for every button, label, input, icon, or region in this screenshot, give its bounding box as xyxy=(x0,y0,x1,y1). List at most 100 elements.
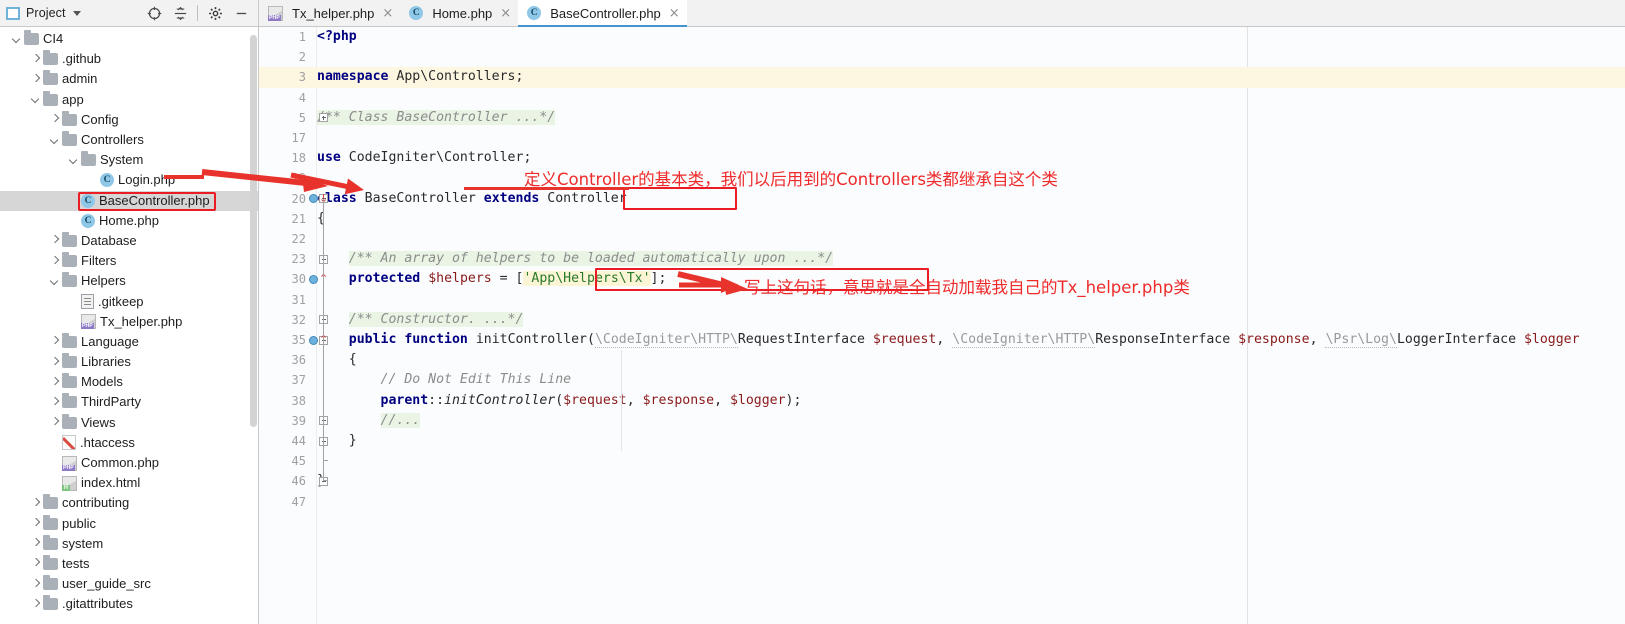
chevron-right-icon[interactable] xyxy=(29,73,42,86)
code-line[interactable]: 17 xyxy=(259,128,1625,148)
tree-node-label: user_guide_src xyxy=(62,576,151,592)
chevron-right-icon[interactable] xyxy=(48,335,61,348)
chevron-down-icon[interactable] xyxy=(48,134,61,147)
minimize-icon[interactable] xyxy=(228,1,254,25)
chevron-right-icon[interactable] xyxy=(29,598,42,611)
close-icon[interactable]: × xyxy=(669,7,680,20)
project-file-tree[interactable]: CI4 .github admin app Config Controllers Syste… xyxy=(0,27,258,624)
tree-node-ci4[interactable]: CI4 xyxy=(0,29,258,49)
close-icon[interactable]: × xyxy=(382,7,393,20)
tree-node-language[interactable]: Language xyxy=(0,332,258,352)
tree-node-label: index.html xyxy=(81,475,141,491)
chevron-right-icon[interactable] xyxy=(48,113,61,126)
code-line[interactable]: 4 xyxy=(259,88,1625,108)
tree-node-config[interactable]: Config xyxy=(0,110,258,130)
tree-node-libraries[interactable]: Libraries xyxy=(0,352,258,372)
tree-node-system[interactable]: System xyxy=(0,150,258,170)
code-line[interactable]: 23 /** An array of helpers to be loaded … xyxy=(259,249,1625,269)
tree-node-htaccess[interactable]: .htaccess xyxy=(0,433,258,453)
chevron-right-icon[interactable] xyxy=(29,557,42,570)
code-line[interactable]: 45 xyxy=(259,451,1625,471)
tree-node-contributing[interactable]: contributing xyxy=(0,493,258,513)
chevron-right-icon[interactable] xyxy=(29,578,42,591)
tree-node-basecontroller-php[interactable]: C BaseController.php xyxy=(0,190,258,211)
gear-icon[interactable] xyxy=(202,1,228,25)
chevron-right-icon[interactable] xyxy=(48,255,61,268)
chevron-right-icon[interactable] xyxy=(48,356,61,369)
locate-target-icon[interactable] xyxy=(141,1,167,25)
folder-icon xyxy=(62,413,77,429)
code-line[interactable]: 36 { xyxy=(259,350,1625,370)
chevron-down-icon[interactable] xyxy=(67,154,80,167)
tree-node-gitattributes[interactable]: .gitattributes xyxy=(0,594,258,614)
code-line[interactable]: 18 use CodeIgniter\Controller; xyxy=(259,148,1625,168)
tree-node-helpers[interactable]: Helpers xyxy=(0,271,258,291)
code-line[interactable]: 47 xyxy=(259,492,1625,512)
editor-tab-tx-helper-php[interactable]: Tx_helper.php × xyxy=(259,0,401,26)
code-line[interactable]: 46} xyxy=(259,471,1625,491)
chevron-right-icon[interactable] xyxy=(48,416,61,429)
tree-node-controllers[interactable]: Controllers xyxy=(0,130,258,150)
chevron-right-icon[interactable] xyxy=(48,234,61,247)
code-line[interactable]: 38 parent::initController($request, $res… xyxy=(259,391,1625,411)
override-marker-icon[interactable] xyxy=(309,335,318,345)
chevron-down-icon[interactable] xyxy=(48,275,61,288)
php-file-icon xyxy=(268,5,283,21)
tree-node-gitkeep[interactable]: .gitkeep xyxy=(0,291,258,311)
code-line[interactable]: 35 public function initController(\CodeI… xyxy=(259,330,1625,350)
code-editor[interactable]: 1 <?php 2 3 namespace App\Controllers; 4 5/** … xyxy=(259,27,1625,624)
code-line[interactable]: 1 <?php xyxy=(259,27,1625,47)
code-line[interactable]: 22 xyxy=(259,229,1625,249)
tree-node-github[interactable]: .github xyxy=(0,49,258,69)
tree-node-public[interactable]: public xyxy=(0,514,258,534)
ide-window: Project CI4 .github admin app Config Con… xyxy=(0,0,1625,624)
chevron-right-icon[interactable] xyxy=(29,53,42,66)
line-number: 35 xyxy=(291,333,306,347)
tree-node-views[interactable]: Views xyxy=(0,413,258,433)
code-line[interactable]: 20 class BaseController extends Controlle… xyxy=(259,189,1625,209)
tree-node-user-guide-src[interactable]: user_guide_src xyxy=(0,574,258,594)
tree-node-index-html[interactable]: index.html xyxy=(0,473,258,493)
tree-node-system[interactable]: system xyxy=(0,534,258,554)
sidebar-scrollbar-thumb[interactable] xyxy=(250,35,257,427)
tree-node-tests[interactable]: tests xyxy=(0,554,258,574)
line-number: 37 xyxy=(291,373,306,388)
editor-tab-home-php[interactable]: C Home.php × xyxy=(400,0,519,26)
chevron-right-icon[interactable] xyxy=(29,517,42,530)
tree-node-home-php[interactable]: C Home.php xyxy=(0,211,258,231)
chevron-right-icon[interactable] xyxy=(48,376,61,389)
tree-node-models[interactable]: Models xyxy=(0,372,258,392)
chevron-down-icon[interactable] xyxy=(10,33,23,46)
code-line[interactable]: 44 } xyxy=(259,431,1625,451)
tree-node-tx-helper-php[interactable]: Tx_helper.php xyxy=(0,312,258,332)
chevron-down-icon[interactable] xyxy=(72,10,81,16)
chevron-down-icon[interactable] xyxy=(29,93,42,106)
tree-node-label: admin xyxy=(62,71,98,87)
php-class-icon: C xyxy=(81,193,95,208)
override-marker-icon[interactable] xyxy=(309,274,318,284)
code-line[interactable]: 3 namespace App\Controllers; xyxy=(259,67,1625,87)
chevron-right-icon[interactable] xyxy=(48,396,61,409)
code-line[interactable]: 21 { xyxy=(259,209,1625,229)
fold-expand-icon[interactable] xyxy=(319,113,328,123)
code-line[interactable]: 2 xyxy=(259,47,1625,67)
tree-node-label: public xyxy=(62,515,96,531)
collapse-all-icon[interactable] xyxy=(167,1,193,25)
editor-tab-basecontroller-php[interactable]: C BaseController.php × xyxy=(518,0,688,27)
code-line[interactable]: 39 //... xyxy=(259,411,1625,431)
tree-node-database[interactable]: Database xyxy=(0,231,258,251)
code-line[interactable]: 37 // Do Not Edit This Line xyxy=(259,370,1625,390)
tree-node-thirdparty[interactable]: ThirdParty xyxy=(0,392,258,412)
editor-tab-label: Home.php xyxy=(432,5,493,21)
tree-node-label: Helpers xyxy=(81,273,126,289)
tree-node-common-php[interactable]: Common.php xyxy=(0,453,258,473)
tree-node-admin[interactable]: admin xyxy=(0,69,258,89)
tree-node-app[interactable]: app xyxy=(0,90,258,110)
code-line[interactable]: 32 /** Constructor. ...*/ xyxy=(259,310,1625,330)
tree-node-filters[interactable]: Filters xyxy=(0,251,258,271)
chevron-right-icon[interactable] xyxy=(29,497,42,510)
chevron-right-icon[interactable] xyxy=(29,537,42,550)
close-icon[interactable]: × xyxy=(500,7,511,20)
code-line[interactable]: 5 /** Class BaseController ...*/ xyxy=(259,108,1625,128)
tree-node-login-php[interactable]: C Login.php xyxy=(0,170,258,190)
